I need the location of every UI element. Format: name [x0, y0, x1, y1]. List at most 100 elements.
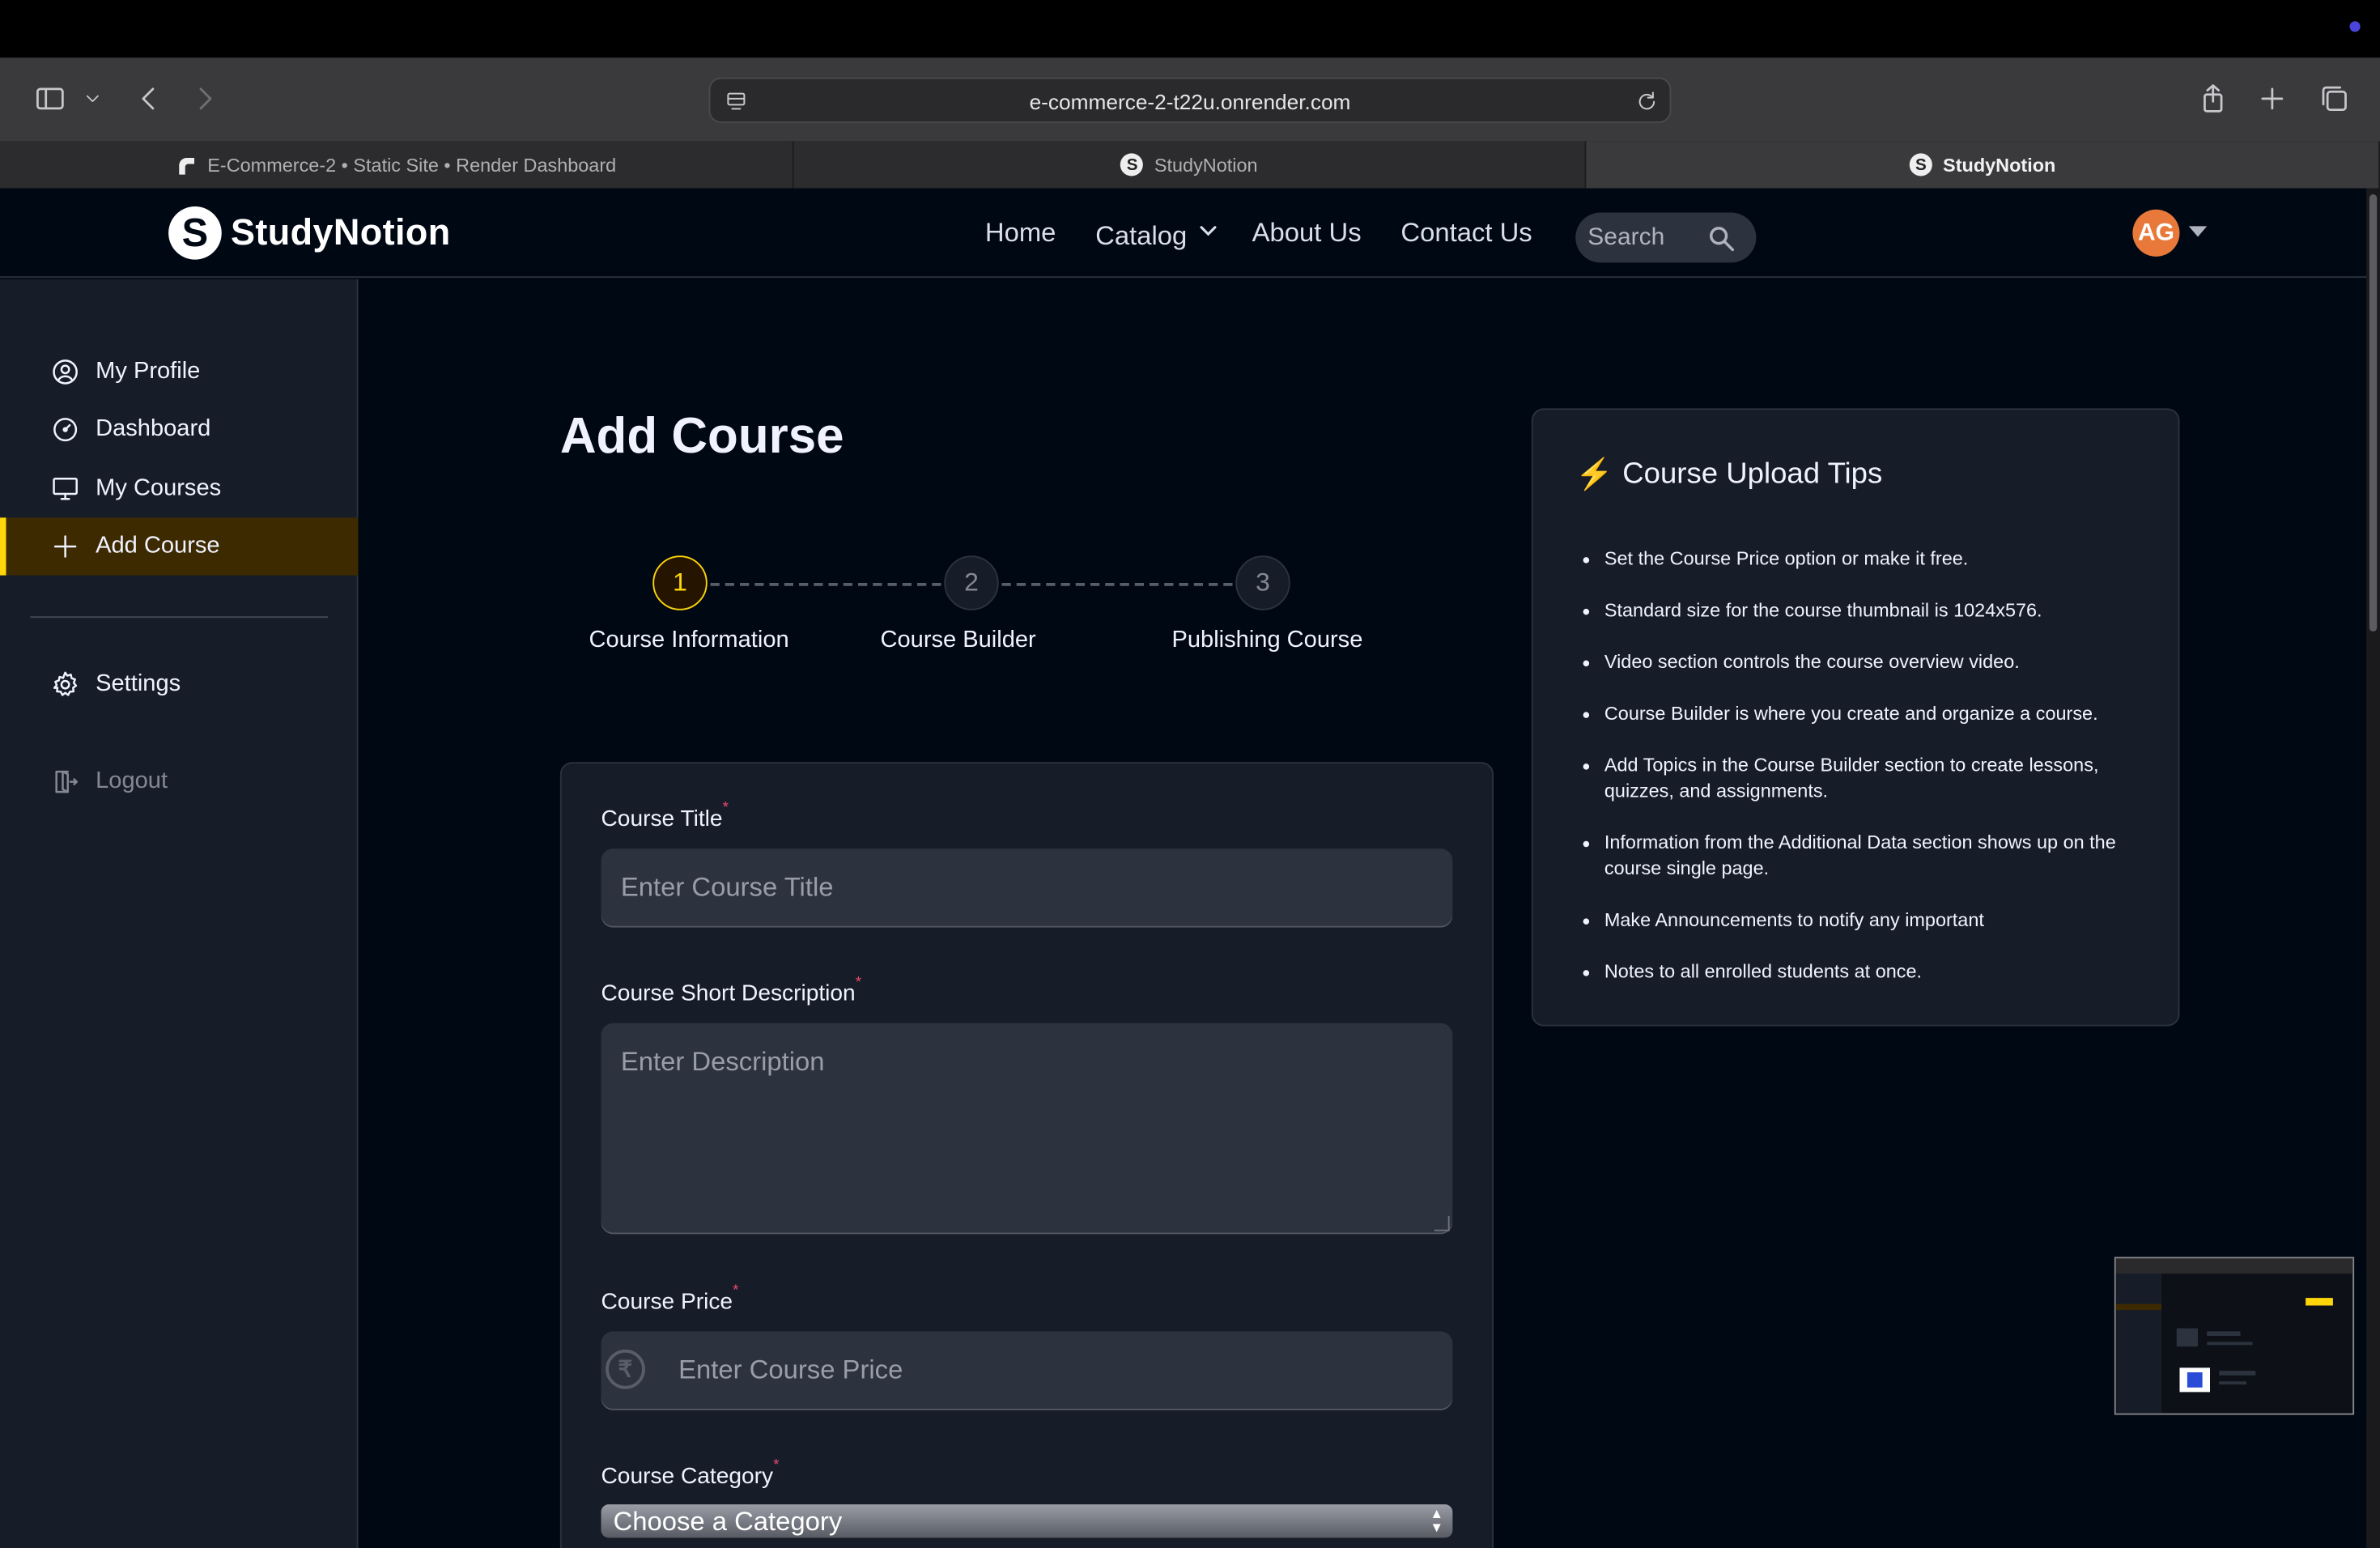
- url-text[interactable]: e-commerce-2-t22u.onrender.com: [711, 90, 1670, 114]
- screen: e-commerce-2-t22u.onrender.com E-Commerc…: [0, 0, 2380, 1548]
- browser-toolbar: e-commerce-2-t22u.onrender.com: [0, 57, 2380, 142]
- course-title-label: Course Title*: [601, 800, 729, 832]
- gear-icon: [53, 671, 78, 696]
- reload-icon[interactable]: [1630, 85, 1664, 118]
- monitor-icon: [53, 478, 78, 500]
- course-price-label-text: Course Price: [601, 1288, 733, 1315]
- course-description-textarea[interactable]: Enter Description: [601, 1023, 1453, 1235]
- dashboard-sidebar: My Profile Dashboard My Courses Add Cour…: [0, 279, 359, 1548]
- search-placeholder: Search: [1587, 224, 1665, 251]
- required-mark: *: [722, 800, 729, 817]
- thumbnail-image: [2179, 1367, 2210, 1393]
- sidebar-item-logout[interactable]: Logout: [0, 753, 359, 810]
- tips-list: Set the Course Price option or make it f…: [1604, 546, 2145, 1011]
- sidebar-item-add-course[interactable]: Add Course: [0, 517, 359, 576]
- select-arrows-icon: ▲ ▼: [1430, 1506, 1444, 1535]
- course-title-label-text: Course Title: [601, 806, 723, 832]
- course-title-input[interactable]: Enter Course Title: [601, 848, 1453, 928]
- tab-overview-icon[interactable]: [2314, 79, 2354, 119]
- course-title-placeholder: Enter Course Title: [620, 871, 834, 902]
- list-item: Set the Course Price option or make it f…: [1604, 546, 2145, 572]
- sidebar-item-dashboard[interactable]: Dashboard: [0, 401, 359, 458]
- step-connector: [710, 583, 941, 586]
- step-2-label: Course Builder: [880, 627, 1036, 653]
- tab-label: StudyNotion: [1943, 154, 2056, 176]
- site-logo[interactable]: S StudyNotion: [168, 206, 450, 260]
- address-bar[interactable]: e-commerce-2-t22u.onrender.com: [708, 77, 1672, 123]
- screenshot-thumbnail-preview[interactable]: [2114, 1257, 2355, 1415]
- step-2-indicator: 2: [944, 555, 999, 610]
- render-icon: [176, 154, 197, 175]
- studynotion-icon: S: [1120, 153, 1144, 176]
- course-category-value: Choose a Category: [613, 1505, 843, 1536]
- sidebar-item-label: Dashboard: [96, 415, 211, 442]
- sidebar-item-label: Add Course: [96, 533, 220, 559]
- list-item: Course Builder is where you create and o…: [1604, 701, 2145, 727]
- profile-caret-down-icon[interactable]: [2188, 226, 2208, 237]
- resize-handle-icon[interactable]: [1434, 1215, 1450, 1231]
- course-description-label: Course Short Description*: [601, 975, 862, 1006]
- thumbnail-line: [2207, 1331, 2241, 1336]
- site-navbar: S StudyNotion Home Catalog About Us Cont…: [0, 188, 2380, 279]
- sidebar-divider: [30, 616, 328, 619]
- nav-link-catalog-label: Catalog: [1095, 219, 1188, 251]
- chevron-down-icon: [1200, 226, 1217, 236]
- avatar[interactable]: AG: [2132, 209, 2180, 257]
- sidebar-item-label: Logout: [96, 768, 168, 794]
- required-mark: *: [773, 1457, 780, 1474]
- sidebar-item-my-courses[interactable]: My Courses: [0, 460, 359, 517]
- browser-tab-studynotion[interactable]: S StudyNotion: [793, 141, 1587, 189]
- browser-tab-bar: E-Commerce-2 • Static Site • Render Dash…: [0, 141, 2380, 189]
- sidebar-toggle-icon[interactable]: [31, 79, 70, 119]
- sidebar-item-my-profile[interactable]: My Profile: [0, 343, 359, 401]
- course-category-select[interactable]: Choose a Category ▲ ▼: [601, 1504, 1453, 1538]
- share-icon[interactable]: [2193, 79, 2233, 119]
- chevron-down-icon[interactable]: [76, 79, 109, 119]
- tab-label: StudyNotion: [1154, 154, 1258, 176]
- nav-links: Home Catalog About Us Contact Us: [985, 217, 1532, 252]
- tab-label: E-Commerce-2 • Static Site • Render Dash…: [207, 154, 617, 176]
- nav-link-about[interactable]: About Us: [1252, 217, 1362, 252]
- nav-link-catalog[interactable]: Catalog: [1095, 217, 1222, 252]
- browser-tab-render[interactable]: E-Commerce-2 • Static Site • Render Dash…: [0, 141, 794, 189]
- list-item: Video section controls the course overvi…: [1604, 650, 2145, 676]
- nav-link-contact[interactable]: Contact Us: [1400, 217, 1532, 252]
- status-dot-icon: [2349, 21, 2361, 32]
- course-upload-tips: ⚡ Course Upload Tips Set the Course Pric…: [1531, 408, 2180, 1027]
- search-box[interactable]: Search: [1575, 212, 1757, 263]
- back-arrow-icon[interactable]: [129, 79, 168, 119]
- course-category-label-text: Course Category: [601, 1463, 774, 1490]
- thumbnail-line: [2207, 1342, 2253, 1346]
- sidebar-item-settings[interactable]: Settings: [0, 656, 359, 713]
- search-icon[interactable]: [1706, 223, 1737, 254]
- list-item: Notes to all enrolled students at once.: [1604, 959, 2145, 985]
- logo-text: StudyNotion: [231, 211, 451, 253]
- thumbnail-active-item: [2115, 1303, 2161, 1311]
- page-title: Add Course: [559, 406, 844, 463]
- new-tab-plus-icon[interactable]: [2253, 79, 2293, 119]
- step-3-label: Publishing Course: [1171, 627, 1363, 653]
- course-price-input[interactable]: ₹ Enter Course Price: [601, 1331, 1453, 1410]
- thumbnail-line: [2219, 1381, 2246, 1384]
- gauge-icon: [53, 418, 78, 442]
- thumbnail-toolbar: [2115, 1258, 2353, 1274]
- course-price-label: Course Price*: [601, 1282, 739, 1315]
- list-item: Add Topics in the Course Builder section…: [1604, 753, 2145, 805]
- studynotion-icon: S: [1909, 153, 1932, 176]
- logout-icon: [55, 770, 78, 793]
- sidebar-item-label: Settings: [96, 670, 181, 697]
- logo-mark-icon: S: [168, 206, 222, 260]
- user-circle-icon: [53, 359, 78, 385]
- list-item: Standard size for the course thumbnail i…: [1604, 598, 2145, 624]
- list-item: Make Announcements to notify any importa…: [1604, 908, 2145, 933]
- rupee-icon: ₹: [606, 1349, 645, 1389]
- page-scrollbar-thumb[interactable]: [2369, 194, 2378, 632]
- list-item: Information from the Additional Data sec…: [1604, 831, 2145, 882]
- forward-arrow-icon[interactable]: [185, 79, 225, 119]
- course-price-placeholder: Enter Course Price: [678, 1354, 903, 1385]
- thumbnail-button: [2306, 1298, 2333, 1306]
- nav-link-home[interactable]: Home: [985, 217, 1056, 252]
- course-info-form: Course Title* Enter Course Title Course …: [559, 762, 1494, 1548]
- browser-tab-studynotion-active[interactable]: S StudyNotion: [1587, 141, 2380, 189]
- plus-icon: [53, 535, 77, 558]
